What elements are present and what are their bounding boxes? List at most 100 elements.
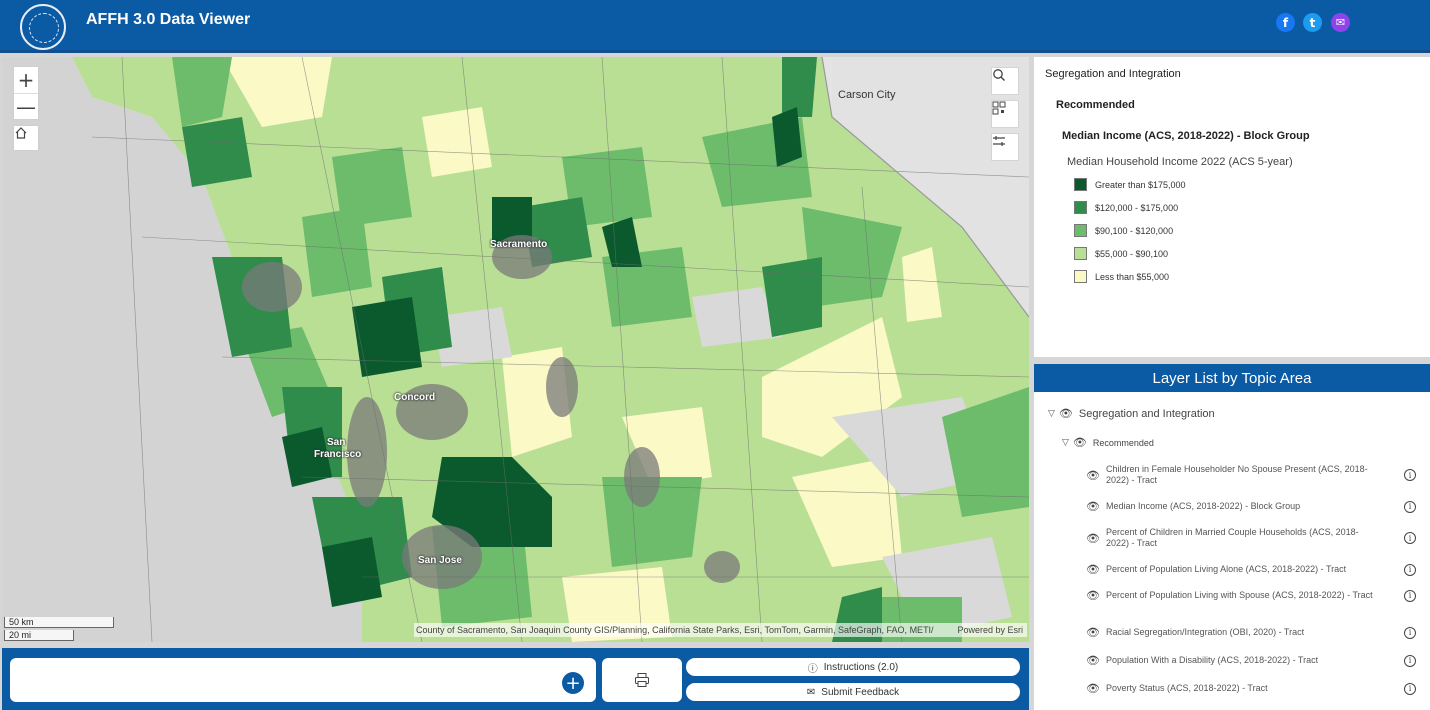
legend-class: $55,000 - $90,100: [1074, 247, 1168, 260]
zoom-out-button[interactable]: —: [14, 93, 38, 119]
map-attribution[interactable]: County of Sacramento, San Joaquin County…: [414, 623, 1027, 637]
map-label-francisco: Francisco: [314, 449, 362, 460]
legend-class-label: $55,000 - $90,100: [1095, 248, 1169, 259]
submit-feedback-button[interactable]: ✉ Submit Feedback: [686, 683, 1020, 701]
legend-class-label: Greater than $175,000: [1095, 179, 1186, 190]
group-row[interactable]: ▽ 👁 Recommended: [1062, 436, 1154, 449]
scale-bar-mi: 20 mi: [4, 630, 74, 641]
legend-class-label: $90,100 - $120,000: [1095, 225, 1174, 236]
visibility-eye-icon[interactable]: 👁: [1086, 589, 1100, 602]
topic-row[interactable]: ▽ 👁 Segregation and Integration: [1048, 407, 1215, 420]
layer-item-label: Children in Female Householder No Spouse…: [1106, 464, 1368, 485]
layer-item[interactable]: 👁 Population With a Disability (ACS, 201…: [1086, 654, 1416, 667]
info-icon[interactable]: i: [1404, 563, 1416, 576]
zoom-in-button[interactable]: +: [14, 67, 38, 93]
layer-item-label: Percent of Population Living Alone (ACS,…: [1106, 564, 1347, 574]
layer-item[interactable]: 👁 Median Income (ACS, 2018-2022) - Block…: [1086, 500, 1416, 513]
powered-by-esri[interactable]: Powered by Esri: [957, 623, 1023, 637]
layer-item-label: Percent of Population Living with Spouse…: [1106, 590, 1373, 600]
twitter-icon[interactable]: t: [1303, 13, 1322, 32]
info-icon[interactable]: i: [1404, 626, 1416, 639]
qr-code-button[interactable]: [991, 100, 1019, 128]
email-icon[interactable]: ✉: [1331, 13, 1350, 32]
attribution-text: County of Sacramento, San Joaquin County…: [416, 625, 934, 635]
visibility-eye-icon[interactable]: 👁: [1086, 532, 1100, 545]
legend-class: Greater than $175,000: [1074, 178, 1186, 191]
layer-item[interactable]: 👁 Percent of Children in Married Couple …: [1086, 527, 1416, 549]
instructions-button[interactable]: ⓘ Instructions (2.0): [686, 658, 1020, 676]
legend-group: Recommended: [1056, 99, 1135, 111]
print-icon: [635, 673, 649, 687]
info-icon[interactable]: i: [1404, 469, 1416, 481]
layer-item-label: Poverty Status (ACS, 2018-2022) - Tract: [1106, 683, 1268, 693]
legend-swatch: [1074, 270, 1087, 283]
layer-item[interactable]: 👁 Children in Female Householder No Spou…: [1086, 464, 1416, 486]
legend-swatch: [1074, 178, 1087, 191]
info-icon[interactable]: i: [1404, 682, 1416, 695]
map-label-sacramento: Sacramento: [490, 239, 548, 250]
home-icon: [15, 127, 27, 139]
info-icon[interactable]: i: [1404, 532, 1416, 544]
layer-item-label: Median Income (ACS, 2018-2022) - Block G…: [1106, 501, 1301, 511]
legend-class: Less than $55,000: [1074, 270, 1169, 283]
info-icon[interactable]: i: [1404, 654, 1416, 667]
visibility-eye-icon[interactable]: 👁: [1086, 654, 1100, 667]
print-button[interactable]: [602, 658, 682, 702]
visibility-eye-icon[interactable]: 👁: [1086, 469, 1100, 482]
layer-list-panel: Layer List by Topic Area ▽ 👁 Segregation…: [1034, 364, 1430, 710]
legend-swatch: [1074, 247, 1087, 260]
bottom-toolbar: + ⓘ Instructions (2.0) ✉ Submit Feedback: [2, 648, 1029, 710]
layer-item-label: Population With a Disability (ACS, 2018-…: [1106, 655, 1319, 665]
visibility-eye-icon[interactable]: 👁: [1086, 682, 1100, 695]
info-icon: ⓘ: [807, 663, 818, 675]
layer-item-label: Percent of Children in Married Couple Ho…: [1106, 527, 1359, 548]
visibility-eye-icon[interactable]: 👁: [1086, 500, 1100, 513]
visibility-eye-icon[interactable]: 👁: [1073, 436, 1087, 449]
group-label: Recommended: [1092, 437, 1154, 448]
legend-heading: Segregation and Integration: [1045, 68, 1181, 80]
collapse-caret-icon[interactable]: ▽: [1048, 409, 1055, 419]
search-panel[interactable]: [10, 658, 596, 702]
scale-bar-km: 50 km: [4, 617, 114, 628]
info-icon[interactable]: i: [1404, 589, 1416, 602]
legend-panel: Segregation and Integration Recommended …: [1034, 57, 1430, 357]
mail-icon: ✉: [806, 686, 816, 698]
layer-toggle-button[interactable]: [991, 133, 1019, 161]
add-button[interactable]: +: [562, 672, 584, 694]
legend-swatch: [1074, 201, 1087, 214]
topic-label: Segregation and Integration: [1078, 407, 1215, 420]
zoom-control: + —: [13, 66, 39, 120]
visibility-eye-icon[interactable]: 👁: [1059, 407, 1073, 420]
layer-item[interactable]: 👁 Poverty Status (ACS, 2018-2022) - Trac…: [1086, 682, 1416, 695]
info-icon[interactable]: i: [1404, 500, 1416, 513]
legend-class: $90,100 - $120,000: [1074, 224, 1173, 237]
map-label-san-jose: San Jose: [418, 555, 462, 566]
search-icon: [993, 69, 1005, 81]
visibility-eye-icon[interactable]: 👁: [1086, 563, 1100, 576]
facebook-icon[interactable]: f: [1276, 13, 1295, 32]
choropleth-map[interactable]: [2, 57, 1029, 642]
hcd-seal-logo: [20, 4, 66, 50]
layer-item[interactable]: 👁 Percent of Population Living with Spou…: [1086, 589, 1416, 602]
collapse-caret-icon[interactable]: ▽: [1062, 438, 1069, 448]
layers-toggle-icon: [993, 136, 1005, 146]
map-label-concord: Concord: [394, 392, 436, 403]
map-label-san: San: [327, 437, 346, 448]
legend-layer-title: Median Income (ACS, 2018-2022) - Block G…: [1062, 130, 1310, 142]
map-label-carson-city: Carson City: [838, 89, 896, 101]
app-title: AFFH 3.0 Data Viewer: [86, 11, 251, 28]
layer-item[interactable]: 👁 Racial Segregation/Integration (OBI, 2…: [1086, 626, 1416, 639]
home-button[interactable]: [13, 125, 39, 151]
legend-class-label: Less than $55,000: [1095, 271, 1170, 282]
layer-list-title: Layer List by Topic Area: [1034, 364, 1430, 392]
search-button[interactable]: [991, 67, 1019, 95]
legend-field-title: Median Household Income 2022 (ACS 5-year…: [1067, 156, 1293, 168]
instructions-label: Instructions (2.0): [823, 661, 899, 673]
layer-item-label: Racial Segregation/Integration (OBI, 202…: [1106, 627, 1305, 637]
map-view[interactable]: + — Carson City Sacramento Concord San F…: [2, 57, 1029, 642]
layer-item[interactable]: 👁 Percent of Population Living Alone (AC…: [1086, 563, 1416, 576]
visibility-eye-icon[interactable]: 👁: [1086, 626, 1100, 639]
legend-class: $120,000 - $175,000: [1074, 201, 1178, 214]
qr-code-icon: [992, 101, 1006, 115]
app-header: AFFH 3.0 Data Viewer f t ✉: [0, 0, 1430, 53]
